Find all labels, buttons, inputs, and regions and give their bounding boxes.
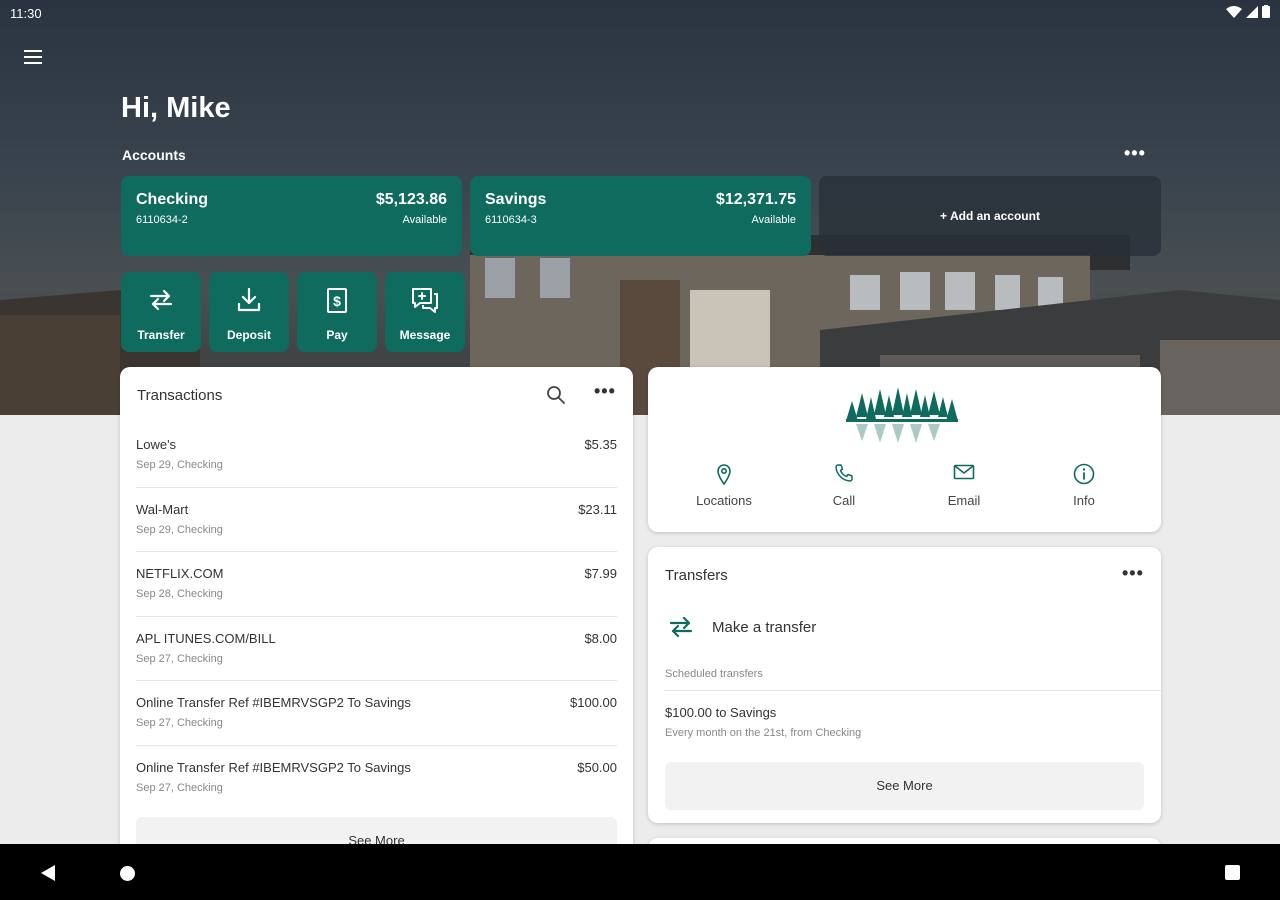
transaction-row[interactable]: Lowe's $5.35 Sep 29, Checking [136, 423, 617, 488]
account-balance: $5,123.86 [375, 191, 447, 208]
transfer-icon [669, 616, 693, 638]
quick-action-label: Deposit [226, 328, 271, 342]
contact-email[interactable]: Email [914, 463, 1014, 508]
transaction-meta: Sep 28, Checking [136, 588, 223, 600]
transaction-amount: $7.99 [584, 566, 617, 581]
transaction-amount: $100.00 [570, 695, 617, 710]
account-number: 6110634-3 [485, 214, 537, 226]
transactions-more-icon[interactable]: ••• [594, 381, 616, 402]
quick-action-deposit[interactable]: Deposit [209, 272, 289, 352]
transaction-row[interactable]: APL ITUNES.COM/BILL $8.00 Sep 27, Checki… [136, 617, 617, 681]
battery-icon [1262, 5, 1270, 18]
scheduled-transfer-subtitle: Every month on the 21st, from Checking [665, 727, 862, 739]
info-icon [1073, 463, 1095, 485]
transfers-card: Transfers ••• Make a transfer Scheduled … [648, 547, 1161, 823]
recent-apps-icon[interactable] [1225, 865, 1240, 880]
account-card-checking[interactable]: Checking 6110634-2 $5,123.86 Available [121, 176, 462, 256]
contact-call[interactable]: Call [794, 463, 894, 508]
transfers-more-icon[interactable]: ••• [1122, 563, 1144, 584]
pay-icon: $ [327, 288, 347, 313]
transaction-row[interactable]: NETFLIX.COM $7.99 Sep 28, Checking [136, 552, 617, 617]
transaction-amount: $50.00 [577, 759, 617, 775]
transaction-row[interactable]: Online Transfer Ref #IBEMRVSGP2 To Savin… [136, 746, 617, 811]
signal-icon [1246, 5, 1258, 18]
transactions-card: Transactions ••• Lowe's $5.35 Sep 29, Ch… [120, 367, 633, 867]
accounts-label: Accounts [122, 147, 186, 163]
contact-label: Info [1073, 493, 1095, 508]
make-transfer-label: Make a transfer [712, 619, 817, 636]
account-name: Savings [485, 191, 547, 208]
transaction-row[interactable]: Online Transfer Ref #IBEMRVSGP2 To Savin… [136, 681, 617, 746]
home-icon[interactable] [120, 866, 135, 881]
scheduled-transfer-title: $100.00 to Savings [665, 705, 777, 720]
transactions-list: Lowe's $5.35 Sep 29, Checking Wal-Mart $… [136, 423, 617, 810]
status-time: 11:30 [10, 6, 42, 21]
account-balance-label: Available [402, 214, 447, 226]
transfers-see-more-button[interactable]: See More [665, 762, 1144, 810]
contact-label: Email [947, 493, 981, 508]
scheduled-transfer-item[interactable]: $100.00 to Savings Every month on the 21… [665, 705, 861, 739]
svg-text:$: $ [333, 293, 341, 309]
account-card-savings[interactable]: Savings 6110634-3 $12,371.75 Available [470, 176, 811, 256]
transfers-title: Transfers [665, 567, 728, 584]
transaction-amount: $8.00 [584, 630, 617, 646]
transaction-meta: Sep 27, Checking [136, 652, 223, 665]
contact-locations[interactable]: Locations [674, 463, 774, 508]
transaction-row[interactable]: Wal-Mart $23.11 Sep 29, Checking [136, 488, 617, 552]
location-pin-icon [717, 464, 731, 485]
account-number: 6110634-2 [136, 214, 188, 226]
search-icon[interactable] [546, 385, 566, 405]
transaction-meta: Sep 29, Checking [136, 523, 223, 536]
back-icon[interactable] [40, 864, 56, 882]
scheduled-transfers-label: Scheduled transfers [665, 668, 763, 680]
bank-logo [846, 387, 958, 443]
status-icons [1226, 5, 1270, 18]
quick-action-label: Transfer [137, 328, 185, 342]
status-bar: 11:30 [0, 0, 1280, 26]
transaction-amount: $5.35 [584, 437, 617, 452]
quick-action-message[interactable]: Message [385, 272, 465, 352]
greeting-title: Hi, Mike [121, 92, 231, 124]
transactions-title: Transactions [137, 387, 223, 404]
system-nav-bar [0, 844, 1280, 900]
accounts-more-icon[interactable]: ••• [1124, 143, 1146, 164]
transaction-description: APL ITUNES.COM/BILL [136, 630, 276, 646]
message-icon [412, 288, 438, 313]
contact-label: Locations [696, 493, 752, 508]
transaction-meta: Sep 27, Checking [136, 717, 223, 729]
divider [664, 690, 1161, 691]
contact-label: Call [832, 493, 856, 508]
quick-action-label: Message [399, 328, 451, 342]
make-transfer-button[interactable]: Make a transfer [664, 607, 964, 647]
hamburger-menu-icon[interactable] [24, 44, 50, 70]
transaction-description: Online Transfer Ref #IBEMRVSGP2 To Savin… [136, 695, 411, 710]
transaction-description: NETFLIX.COM [136, 566, 224, 581]
transaction-description: Wal-Mart [136, 501, 189, 517]
quick-action-pay[interactable]: $ Pay [297, 272, 377, 352]
account-balance: $12,371.75 [715, 191, 796, 208]
transaction-meta: Sep 27, Checking [136, 781, 223, 794]
wifi-icon [1226, 5, 1242, 18]
quick-action-label: Pay [326, 328, 348, 342]
add-account-button[interactable]: + Add an account [819, 176, 1161, 256]
transaction-amount: $23.11 [578, 501, 617, 517]
bank-contact-card: Locations Call Email Info [648, 367, 1161, 532]
quick-action-transfer[interactable]: Transfer [121, 272, 201, 352]
transaction-description: Lowe's [136, 437, 177, 452]
transfer-icon [149, 289, 173, 311]
transaction-description: Online Transfer Ref #IBEMRVSGP2 To Savin… [136, 759, 411, 775]
contact-info[interactable]: Info [1034, 463, 1134, 508]
account-name: Checking [136, 191, 209, 208]
deposit-icon [237, 287, 261, 312]
phone-icon [835, 464, 853, 482]
transaction-meta: Sep 29, Checking [136, 459, 223, 471]
account-balance-label: Available [751, 214, 796, 226]
email-icon [953, 464, 975, 480]
